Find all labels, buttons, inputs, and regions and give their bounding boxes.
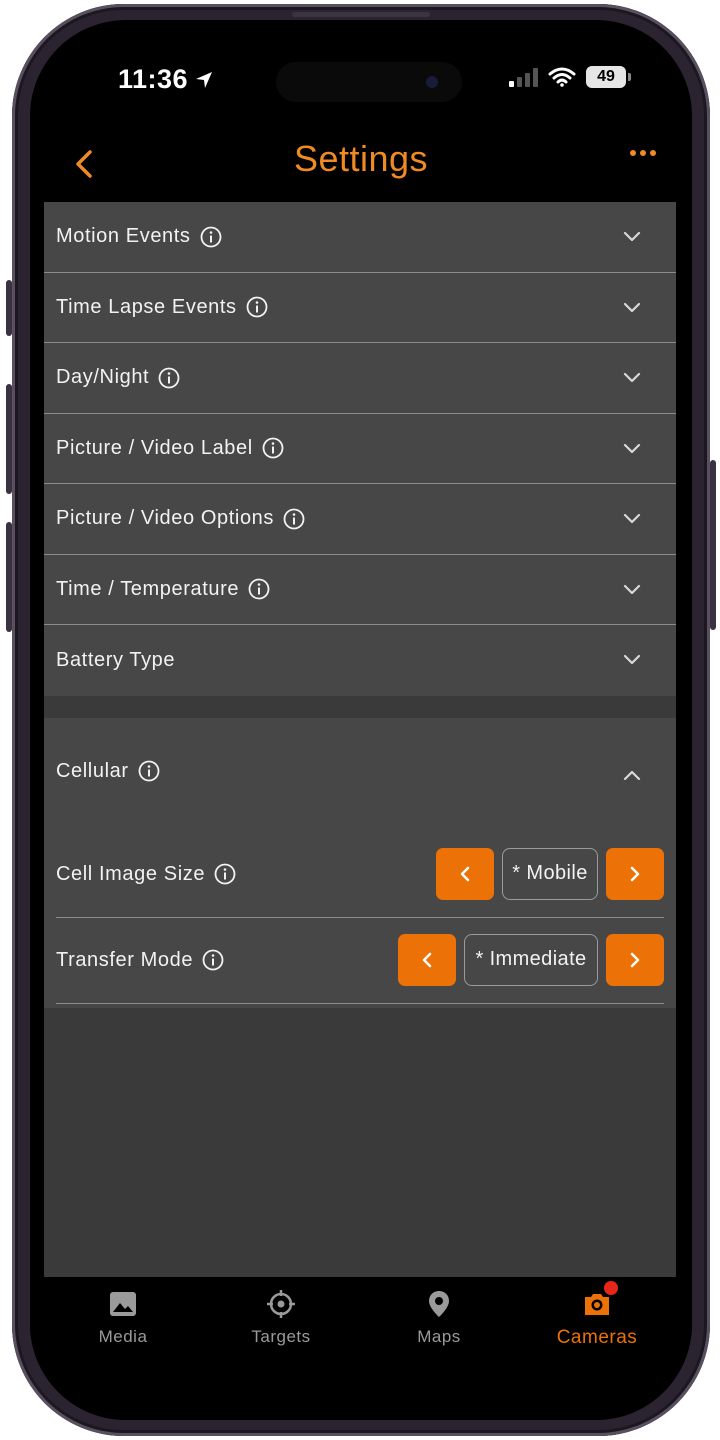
chevron-down-icon[interactable] — [622, 226, 642, 246]
camera-lens — [426, 76, 438, 88]
cell-image-size-prev-button[interactable] — [436, 847, 494, 900]
tab-label: Targets — [251, 1327, 311, 1346]
tab-maps[interactable]: Maps — [360, 1277, 518, 1420]
section-label: Time / Temperature — [56, 577, 240, 600]
chevron-left-icon — [422, 952, 432, 967]
tab-label: Cameras — [556, 1327, 638, 1348]
info-icon[interactable] — [200, 226, 222, 248]
section-label: Motion Events — [56, 225, 191, 248]
battery-level: 49 — [597, 68, 615, 85]
chevron-right-icon — [630, 866, 640, 881]
chevron-down-icon[interactable] — [622, 579, 642, 599]
speaker-grille — [292, 12, 430, 17]
section-picture-video-label[interactable]: Picture / Video Label — [44, 414, 676, 484]
section-label: Time Lapse Events — [56, 295, 237, 318]
power-button — [710, 460, 716, 630]
section-label: Day/Night — [56, 366, 150, 389]
info-icon[interactable] — [214, 863, 236, 885]
chevron-down-icon[interactable] — [622, 367, 642, 387]
volume-up-button — [6, 384, 12, 494]
cell-image-size-label: Cell Image Size — [56, 862, 206, 885]
info-icon[interactable] — [262, 437, 284, 459]
screen: 11:36 49 Settings Motion Events Time Lap… — [30, 20, 692, 1420]
image-icon — [110, 1292, 136, 1316]
transfer-mode-label: Transfer Mode — [56, 948, 194, 971]
section-label: Battery Type — [56, 648, 176, 671]
section-cellular: Cellular Cell Image Size * Mobile Transf… — [44, 717, 676, 1008]
chevron-right-icon — [630, 952, 640, 967]
location-arrow-icon — [196, 71, 213, 88]
transfer-mode-prev-button[interactable] — [398, 933, 456, 986]
chevron-left-icon — [460, 866, 470, 881]
transfer-mode-row: Transfer Mode * Immediate — [56, 918, 664, 1004]
settings-content: Motion Events Time Lapse Events Day/Nigh… — [44, 202, 676, 1277]
section-label: Picture / Video Label — [56, 436, 253, 459]
section-motion-events[interactable]: Motion Events — [44, 202, 676, 273]
chevron-up-icon[interactable] — [622, 766, 642, 786]
transfer-mode-stepper: * Immediate — [398, 933, 664, 986]
chevron-down-icon[interactable] — [622, 649, 642, 669]
transfer-mode-next-button[interactable] — [606, 933, 664, 986]
battery-icon: 49 — [586, 66, 631, 88]
cellular-signal-icon — [509, 67, 538, 87]
section-time-temperature[interactable]: Time / Temperature — [44, 555, 676, 625]
cell-image-size-value: * Mobile — [502, 847, 598, 900]
cellular-header[interactable]: Cellular — [56, 760, 160, 783]
section-day-night[interactable]: Day/Night — [44, 343, 676, 414]
tab-targets[interactable]: Targets — [202, 1277, 360, 1420]
more-options-icon[interactable] — [630, 150, 656, 156]
cell-image-size-stepper: * Mobile — [436, 847, 664, 900]
status-time: 11:36 — [118, 64, 214, 95]
chevron-down-icon[interactable] — [622, 297, 642, 317]
settings-sections: Motion Events Time Lapse Events Day/Nigh… — [44, 202, 676, 696]
info-icon[interactable] — [158, 367, 180, 389]
cellular-title: Cellular — [56, 759, 129, 782]
cell-image-size-next-button[interactable] — [606, 847, 664, 900]
info-icon[interactable] — [202, 949, 224, 971]
section-label: Picture / Video Options — [56, 507, 274, 530]
info-icon[interactable] — [283, 508, 305, 530]
section-battery-type[interactable]: Battery Type — [44, 625, 676, 696]
status-time-text: 11:36 — [118, 64, 189, 94]
info-icon[interactable] — [138, 760, 160, 782]
page-title: Settings — [293, 138, 429, 179]
mute-switch — [6, 280, 12, 336]
section-time-lapse-events[interactable]: Time Lapse Events — [44, 273, 676, 343]
dynamic-island — [276, 62, 462, 102]
tab-cameras[interactable]: Cameras — [518, 1277, 676, 1420]
info-icon[interactable] — [246, 296, 268, 318]
camera-icon-wrap — [582, 1281, 618, 1319]
tab-label: Maps — [417, 1327, 461, 1346]
notification-badge — [604, 1281, 618, 1295]
transfer-mode-value: * Immediate — [464, 933, 598, 986]
tab-media[interactable]: Media — [44, 1277, 202, 1420]
cell-image-size-row: Cell Image Size * Mobile — [56, 832, 664, 918]
wifi-icon — [548, 67, 576, 87]
nav-bar: Settings — [30, 132, 692, 202]
section-picture-video-options[interactable]: Picture / Video Options — [44, 484, 676, 555]
status-indicators: 49 — [509, 66, 631, 88]
crosshair-icon — [267, 1290, 295, 1318]
chevron-down-icon[interactable] — [622, 438, 642, 458]
chevron-down-icon[interactable] — [622, 508, 642, 528]
map-pin-icon — [429, 1291, 449, 1317]
volume-down-button — [6, 522, 12, 632]
tab-bar: Media Targets Maps Cameras — [30, 1277, 692, 1420]
info-icon[interactable] — [248, 578, 270, 600]
tab-label: Media — [98, 1327, 148, 1346]
